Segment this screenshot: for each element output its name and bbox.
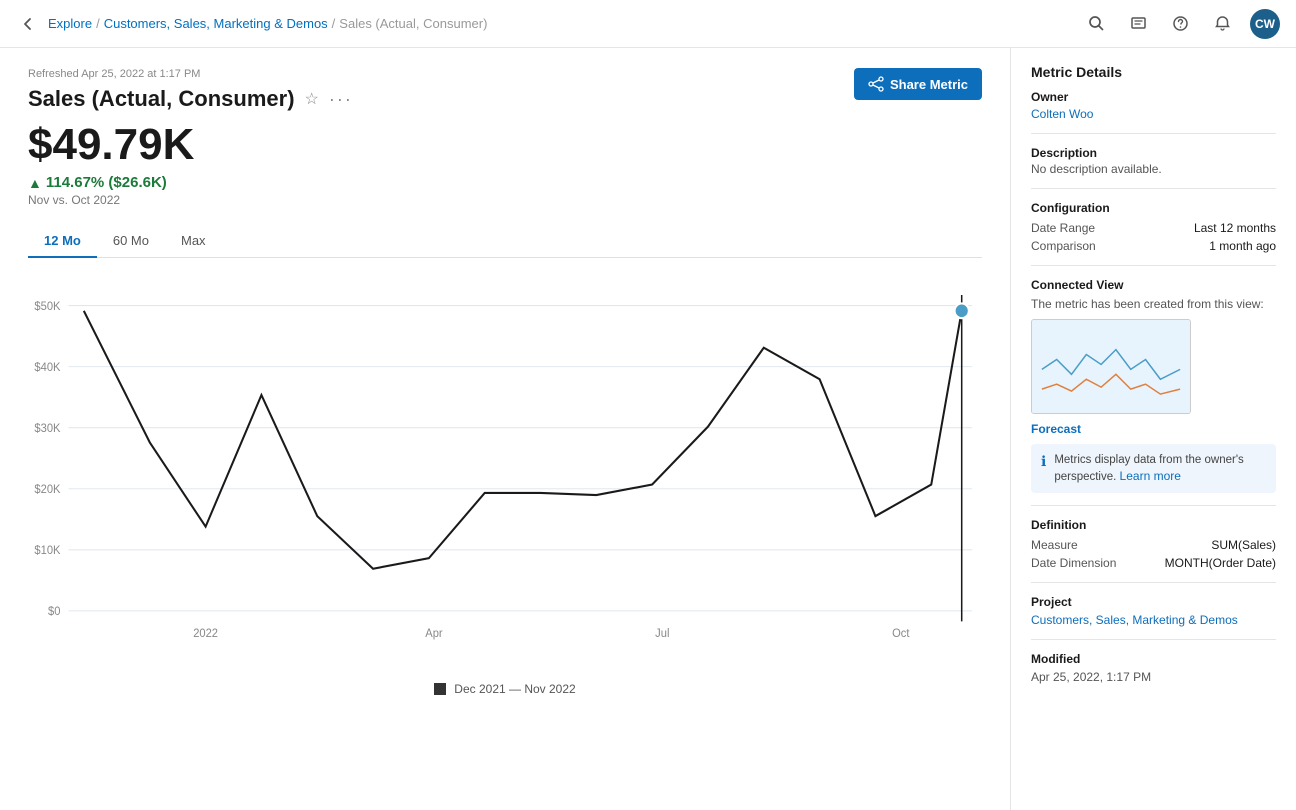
breadcrumb-explore[interactable]: Explore bbox=[48, 16, 92, 31]
breadcrumb: Explore / Customers, Sales, Marketing & … bbox=[48, 16, 487, 31]
topnav: Explore / Customers, Sales, Marketing & … bbox=[0, 0, 1296, 48]
connected-view-thumbnail[interactable] bbox=[1031, 319, 1191, 414]
refreshed-text: Refreshed Apr 25, 2022 at 1:17 PM bbox=[28, 68, 854, 80]
header-left: Refreshed Apr 25, 2022 at 1:17 PM Sales … bbox=[28, 68, 854, 120]
comparison-value: 1 month ago bbox=[1209, 239, 1276, 253]
owner-row: Owner Colten Woo bbox=[1031, 90, 1276, 121]
metric-title: Sales (Actual, Consumer) bbox=[28, 86, 295, 112]
help-button[interactable] bbox=[1166, 10, 1194, 38]
date-range-value: Last 12 months bbox=[1194, 221, 1276, 235]
svg-text:Jul: Jul bbox=[655, 628, 669, 640]
header-area: Refreshed Apr 25, 2022 at 1:17 PM Sales … bbox=[28, 68, 982, 120]
metric-comparison: Nov vs. Oct 2022 bbox=[28, 193, 982, 207]
definition-label: Definition bbox=[1031, 518, 1276, 532]
comparison-row: Comparison 1 month ago bbox=[1031, 239, 1276, 253]
time-tabs: 12 Mo 60 Mo Max bbox=[28, 225, 982, 258]
description-value: No description available. bbox=[1031, 162, 1276, 176]
right-panel: Metric Details Owner Colten Woo Descript… bbox=[1011, 48, 1296, 810]
modified-value: Apr 25, 2022, 1:17 PM bbox=[1031, 670, 1276, 684]
owner-label: Owner bbox=[1031, 90, 1276, 104]
metric-details-title: Metric Details bbox=[1031, 64, 1276, 80]
legend-color-dot bbox=[434, 683, 446, 695]
star-icon[interactable]: ☆ bbox=[305, 89, 319, 109]
metric-title-row: Sales (Actual, Consumer) ☆ ··· bbox=[28, 86, 854, 112]
left-panel: Refreshed Apr 25, 2022 at 1:17 PM Sales … bbox=[0, 48, 1011, 810]
breadcrumb-current: Sales (Actual, Consumer) bbox=[339, 16, 487, 31]
back-button[interactable] bbox=[16, 12, 40, 36]
nav-left: Explore / Customers, Sales, Marketing & … bbox=[16, 12, 487, 36]
share-metric-button[interactable]: Share Metric bbox=[854, 68, 982, 100]
description-row: Description No description available. bbox=[1031, 146, 1276, 176]
measure-value: SUM(Sales) bbox=[1211, 538, 1276, 552]
date-dimension-label: Date Dimension bbox=[1031, 556, 1116, 570]
svg-text:$30K: $30K bbox=[34, 423, 60, 435]
svg-text:$10K: $10K bbox=[34, 545, 60, 557]
avatar[interactable]: CW bbox=[1250, 9, 1280, 39]
measure-label: Measure bbox=[1031, 538, 1078, 552]
legend-label: Dec 2021 — Nov 2022 bbox=[454, 682, 575, 696]
metric-value: $49.79K bbox=[28, 120, 982, 170]
divider-4 bbox=[1031, 505, 1276, 506]
svg-text:$40K: $40K bbox=[34, 362, 60, 374]
connected-view-desc: The metric has been created from this vi… bbox=[1031, 297, 1276, 311]
svg-text:Oct: Oct bbox=[892, 628, 910, 640]
divider-2 bbox=[1031, 188, 1276, 189]
connected-view-label: Connected View bbox=[1031, 278, 1276, 292]
project-label: Project bbox=[1031, 595, 1276, 609]
divider-3 bbox=[1031, 265, 1276, 266]
change-value: 114.67% ($26.6K) bbox=[46, 174, 167, 191]
svg-text:2022: 2022 bbox=[193, 628, 218, 640]
project-value[interactable]: Customers, Sales, Marketing & Demos bbox=[1031, 613, 1276, 627]
owner-value[interactable]: Colten Woo bbox=[1031, 107, 1093, 121]
date-range-row: Date Range Last 12 months bbox=[1031, 221, 1276, 235]
breadcrumb-customers[interactable]: Customers, Sales, Marketing & Demos bbox=[104, 16, 328, 31]
thumbnail-chart bbox=[1032, 320, 1190, 414]
share-icon bbox=[868, 76, 884, 92]
search-button[interactable] bbox=[1082, 10, 1110, 38]
info-icon: ℹ bbox=[1041, 453, 1046, 470]
line-chart: $50K $40K $30K $20K $10K $0 2022 Apr Jul… bbox=[28, 274, 982, 674]
svg-text:$20K: $20K bbox=[34, 484, 60, 496]
notifications-button[interactable] bbox=[1208, 10, 1236, 38]
info-text: Metrics display data from the owner's pe… bbox=[1054, 452, 1266, 485]
chart-legend: Dec 2021 — Nov 2022 bbox=[28, 682, 982, 696]
main-container: Refreshed Apr 25, 2022 at 1:17 PM Sales … bbox=[0, 48, 1296, 810]
chart-area: $50K $40K $30K $20K $10K $0 2022 Apr Jul… bbox=[28, 274, 982, 674]
header-right: Share Metric bbox=[854, 68, 982, 100]
date-dimension-value: MONTH(Order Date) bbox=[1165, 556, 1276, 570]
svg-text:$0: $0 bbox=[48, 606, 60, 618]
change-arrow-icon: ▲ bbox=[28, 175, 42, 191]
nav-right: CW bbox=[1082, 9, 1280, 39]
date-range-label: Date Range bbox=[1031, 221, 1095, 235]
more-options-icon[interactable]: ··· bbox=[329, 89, 353, 110]
learn-more-link[interactable]: Learn more bbox=[1120, 469, 1181, 483]
tab-max[interactable]: Max bbox=[165, 225, 222, 258]
divider-6 bbox=[1031, 639, 1276, 640]
measure-row: Measure SUM(Sales) bbox=[1031, 538, 1276, 552]
create-button[interactable] bbox=[1124, 10, 1152, 38]
svg-text:$50K: $50K bbox=[34, 301, 60, 313]
comparison-label: Comparison bbox=[1031, 239, 1096, 253]
modified-label: Modified bbox=[1031, 652, 1276, 666]
divider-1 bbox=[1031, 133, 1276, 134]
description-label: Description bbox=[1031, 146, 1276, 160]
configuration-label: Configuration bbox=[1031, 201, 1276, 215]
svg-text:Apr: Apr bbox=[425, 628, 443, 640]
info-box: ℹ Metrics display data from the owner's … bbox=[1031, 444, 1276, 493]
metric-change: ▲ 114.67% ($26.6K) bbox=[28, 174, 982, 191]
tab-60mo[interactable]: 60 Mo bbox=[97, 225, 165, 258]
date-dimension-row: Date Dimension MONTH(Order Date) bbox=[1031, 556, 1276, 570]
divider-5 bbox=[1031, 582, 1276, 583]
tab-12mo[interactable]: 12 Mo bbox=[28, 225, 97, 258]
forecast-link[interactable]: Forecast bbox=[1031, 422, 1276, 436]
